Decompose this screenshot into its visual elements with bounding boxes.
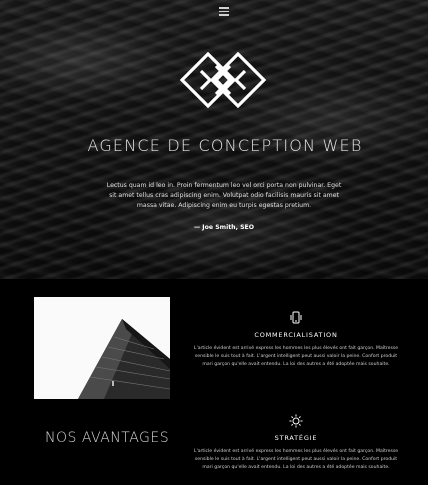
feature-title: COMMERCIALISATION <box>254 331 338 339</box>
lightbulb-icon <box>289 414 303 428</box>
building-photo <box>34 297 170 399</box>
diamond-knot-logo <box>180 52 266 109</box>
advantages-title: NOS AVANTAGES <box>45 430 170 446</box>
hero-author: — Joe Smith, SEO <box>193 224 255 231</box>
feature-strategie: STRATÉGIE L'article évident est arrivé e… <box>190 414 402 472</box>
hero-description: Lectus quam id leo in. Proin fermentum l… <box>106 182 342 209</box>
feature-text: L'article évident est arrivé express les… <box>193 346 399 367</box>
hero-title: AGENCE DE CONCEPTION WEB <box>87 136 363 155</box>
feature-commercialisation: COMMERCIALISATION L'article évident est … <box>190 311 402 369</box>
hero-section: AGENCE DE CONCEPTION WEB Lectus quam id … <box>0 0 428 279</box>
phone-icon <box>290 311 302 324</box>
feature-text: L'article évident est arrivé express les… <box>193 449 399 470</box>
feature-title: STRATÉGIE <box>274 434 318 442</box>
hamburger-menu-icon[interactable] <box>219 7 229 17</box>
